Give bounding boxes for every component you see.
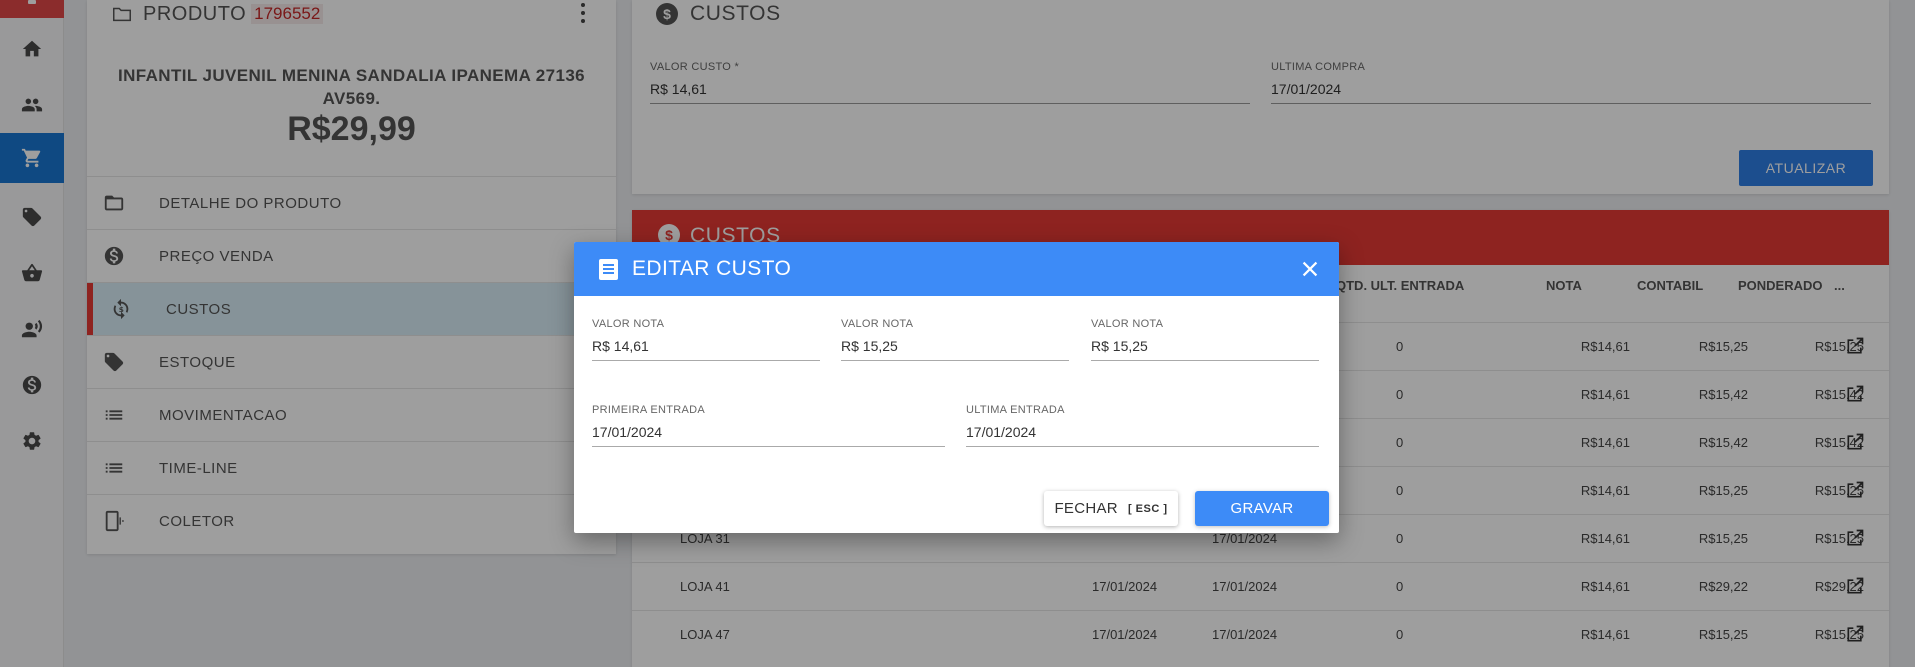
valor-nota-value[interactable]: R$ 15,25 xyxy=(841,338,1069,361)
fechar-button[interactable]: FECHAR [ ESC ] xyxy=(1044,491,1178,526)
close-icon[interactable] xyxy=(1299,258,1321,280)
valor-nota-value[interactable]: R$ 14,61 xyxy=(592,338,820,361)
dialog-title: EDITAR CUSTO xyxy=(632,257,792,280)
document-icon xyxy=(599,259,618,280)
valor-nota-field-3[interactable]: VALOR NOTA R$ 15,25 xyxy=(1091,318,1319,361)
fechar-label: FECHAR xyxy=(1054,500,1118,517)
ultima-entrada-value[interactable]: 17/01/2024 xyxy=(966,424,1319,447)
ultima-entrada-field[interactable]: ULTIMA ENTRADA 17/01/2024 xyxy=(966,404,1319,447)
valor-nota-field-1[interactable]: VALOR NOTA R$ 14,61 xyxy=(592,318,820,361)
valor-nota-field-2[interactable]: VALOR NOTA R$ 15,25 xyxy=(841,318,1069,361)
primeira-entrada-value[interactable]: 17/01/2024 xyxy=(592,424,945,447)
valor-nota-value[interactable]: R$ 15,25 xyxy=(1091,338,1319,361)
editar-custo-dialog: EDITAR CUSTO VALOR NOTA R$ 14,61 VALOR N… xyxy=(574,242,1339,533)
primeira-entrada-field[interactable]: PRIMEIRA ENTRADA 17/01/2024 xyxy=(592,404,945,447)
valor-nota-label: VALOR NOTA xyxy=(841,318,914,330)
esc-hint: [ ESC ] xyxy=(1127,502,1168,515)
valor-nota-label: VALOR NOTA xyxy=(1091,318,1164,330)
valor-nota-label: VALOR NOTA xyxy=(592,318,665,330)
gravar-button[interactable]: GRAVAR xyxy=(1195,491,1329,526)
ultima-entrada-label: ULTIMA ENTRADA xyxy=(966,404,1065,416)
dialog-header: EDITAR CUSTO xyxy=(574,242,1339,296)
primeira-entrada-label: PRIMEIRA ENTRADA xyxy=(592,404,705,416)
